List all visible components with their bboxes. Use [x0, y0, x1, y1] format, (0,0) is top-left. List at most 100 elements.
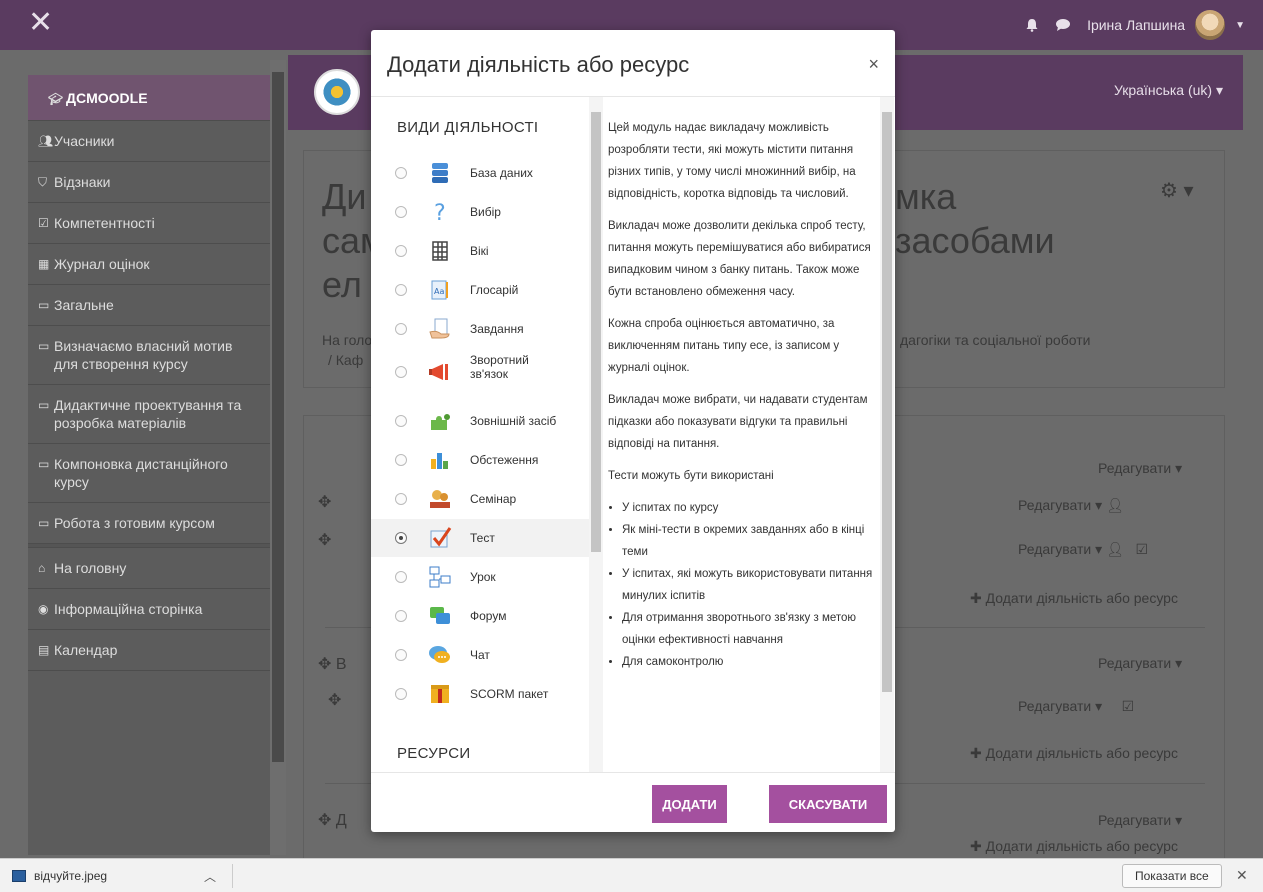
svg-text:Aa: Aa — [434, 287, 444, 296]
add-activity-label: Додати діяльність або ресурс — [985, 838, 1178, 854]
home-icon: ⌂ — [38, 561, 46, 575]
edit-label: Редагувати — [1018, 541, 1092, 557]
description-scrollbar[interactable] — [880, 97, 894, 772]
radio-button[interactable] — [395, 610, 407, 622]
breadcrumb[interactable]: / Каф — [328, 352, 363, 368]
edit-menu[interactable]: Редагувати ▾ 👤︎ ☑ — [1018, 541, 1148, 558]
radio-button[interactable] — [395, 532, 407, 544]
language-menu[interactable]: Українська (uk) ▾ — [1114, 82, 1223, 99]
edit-menu[interactable]: Редагувати ▾ — [1098, 812, 1182, 829]
option-lesson[interactable]: Урок — [371, 558, 589, 596]
graduation-cap-icon: 🎓︎ — [48, 92, 64, 106]
sidebar-item-home-section[interactable]: 🎓︎ ДСMOODLE — [28, 75, 270, 121]
radio-button[interactable] — [395, 454, 407, 466]
list-scrollbar[interactable] — [589, 97, 603, 772]
user-name[interactable]: Ірина Лапшина — [1087, 17, 1185, 33]
option-label: SCORM пакет — [470, 687, 549, 701]
message-icon[interactable] — [1055, 18, 1071, 32]
option-chat[interactable]: Чат — [371, 636, 589, 674]
breadcrumb[interactable]: дагогіки та соціальної роботи — [900, 332, 1090, 348]
edit-menu[interactable]: Редагувати ▾ ☑ — [1018, 698, 1134, 715]
sidebar-item-competencies[interactable]: ☑ Компетентності — [28, 203, 270, 244]
close-drawer-icon[interactable]: ✕ — [28, 8, 53, 38]
option-database[interactable]: База даних — [371, 154, 589, 192]
option-assignment[interactable]: Завдання — [371, 310, 589, 348]
sidebar-item-badges[interactable]: ⛉ Відзнаки — [28, 162, 270, 203]
option-label: Урок — [470, 570, 496, 584]
option-quiz[interactable]: Тест — [371, 519, 589, 557]
activity-description: Цей модуль надає викладачу можливість ро… — [608, 97, 878, 772]
sidebar-item-label: ДСMOODLE — [66, 90, 148, 106]
edit-label: Редагувати — [1018, 497, 1092, 513]
activity-list: ВИДИ ДІЯЛЬНОСТІ База даних ? Вибір Вікі … — [371, 97, 603, 772]
move-icon[interactable]: ✥ Д — [318, 810, 347, 830]
radio-button[interactable] — [395, 366, 407, 378]
modal-title: Додати діяльність або ресурс — [387, 52, 690, 77]
sidebar-item-section-2[interactable]: ▭ Дидактичне проектування та розробка мат… — [28, 385, 270, 444]
option-survey[interactable]: Обстеження — [371, 441, 589, 479]
move-icon[interactable]: ✥ — [328, 690, 341, 710]
add-activity-link[interactable]: ✚ Додати діяльність або ресурс — [970, 838, 1178, 855]
radio-button[interactable] — [395, 649, 407, 661]
chevron-up-icon[interactable]: ︿ — [204, 868, 216, 885]
bell-icon[interactable] — [1025, 18, 1039, 32]
sidebar-item-general[interactable]: ▭ Загальне — [28, 285, 270, 326]
move-icon[interactable]: ✥ — [318, 492, 331, 512]
radio-button[interactable] — [395, 688, 407, 700]
close-icon[interactable]: ✕ — [1236, 867, 1248, 884]
radio-button[interactable] — [395, 323, 407, 335]
sidebar-item-dashboard[interactable]: ◉ Інформаційна сторінка — [28, 589, 270, 630]
sidebar-item-section-3[interactable]: ▭ Компоновка дистанційного курсу — [28, 444, 270, 503]
option-wiki[interactable]: Вікі — [371, 232, 589, 270]
sidebar-item-participants[interactable]: 👥︎ Учасники — [28, 121, 270, 162]
radio-button[interactable] — [395, 415, 407, 427]
radio-button[interactable] — [395, 206, 407, 218]
sidebar-item-grades[interactable]: ▦ Журнал оцінок — [28, 244, 270, 285]
scrollbar-thumb[interactable] — [882, 112, 892, 692]
edit-label: Редагувати — [1098, 655, 1172, 671]
gear-icon[interactable]: ⚙ ▾ — [1160, 178, 1194, 203]
image-file-icon — [12, 870, 26, 882]
radio-button[interactable] — [395, 571, 407, 583]
sidebar-item-home[interactable]: ⌂ На головну — [28, 548, 270, 589]
download-item[interactable]: відчуйте.jpeg — [12, 869, 107, 883]
move-icon[interactable]: ✥ В — [318, 654, 347, 674]
option-feedback[interactable]: Зворотний зв'язок — [371, 349, 589, 395]
breadcrumb[interactable]: На голо — [322, 332, 372, 348]
option-scorm[interactable]: SCORM пакет — [371, 675, 589, 713]
option-forum[interactable]: Форум — [371, 597, 589, 635]
add-button[interactable]: ДОДАТИ — [652, 785, 727, 823]
move-icon[interactable]: ✥ — [318, 530, 331, 550]
edit-menu[interactable]: Редагувати ▾ 👤︎ — [1018, 497, 1124, 514]
cancel-button[interactable]: СКАСУВАТИ — [769, 785, 887, 823]
table-icon: ▦ — [38, 257, 50, 271]
add-activity-link[interactable]: ✚ Додати діяльність або ресурс — [970, 590, 1178, 607]
edit-menu[interactable]: Редагувати ▾ — [1098, 655, 1182, 672]
radio-button[interactable] — [395, 167, 407, 179]
survey-icon — [431, 453, 448, 469]
radio-button[interactable] — [395, 493, 407, 505]
modal-footer: ДОДАТИ СКАСУВАТИ — [371, 772, 895, 832]
sidebar-scrollbar[interactable] — [270, 60, 286, 855]
sidebar-item-label: Інформаційна сторінка — [54, 601, 203, 617]
option-external-tool[interactable]: Зовнішній засіб — [371, 402, 589, 440]
radio-button[interactable] — [395, 245, 407, 257]
option-glossary[interactable]: Aa Глосарій — [371, 271, 589, 309]
scrollbar-thumb[interactable] — [272, 72, 284, 762]
folder-icon: ▭ — [38, 516, 50, 530]
scrollbar-thumb[interactable] — [591, 112, 601, 552]
show-all-button[interactable]: Показати все — [1122, 864, 1222, 888]
radio-button[interactable] — [395, 284, 407, 296]
sidebar-item-section-4[interactable]: ▭ Робота з готовим курсом — [28, 503, 270, 544]
site-logo[interactable] — [314, 69, 360, 115]
sidebar-item-calendar[interactable]: ▤ Календар — [28, 630, 270, 671]
avatar[interactable] — [1195, 10, 1226, 40]
edit-menu[interactable]: Редагувати ▾ — [1098, 460, 1182, 477]
chevron-down-icon[interactable]: ▼ — [1235, 20, 1245, 31]
close-icon[interactable]: × — [868, 54, 879, 75]
add-activity-link[interactable]: ✚ Додати діяльність або ресурс — [970, 745, 1178, 762]
option-choice[interactable]: ? Вибір — [371, 193, 589, 231]
option-workshop[interactable]: Семінар — [371, 480, 589, 518]
folder-icon: ▭ — [38, 339, 50, 353]
sidebar-item-section-1[interactable]: ▭ Визначаємо власний мотив для створення … — [28, 326, 270, 385]
